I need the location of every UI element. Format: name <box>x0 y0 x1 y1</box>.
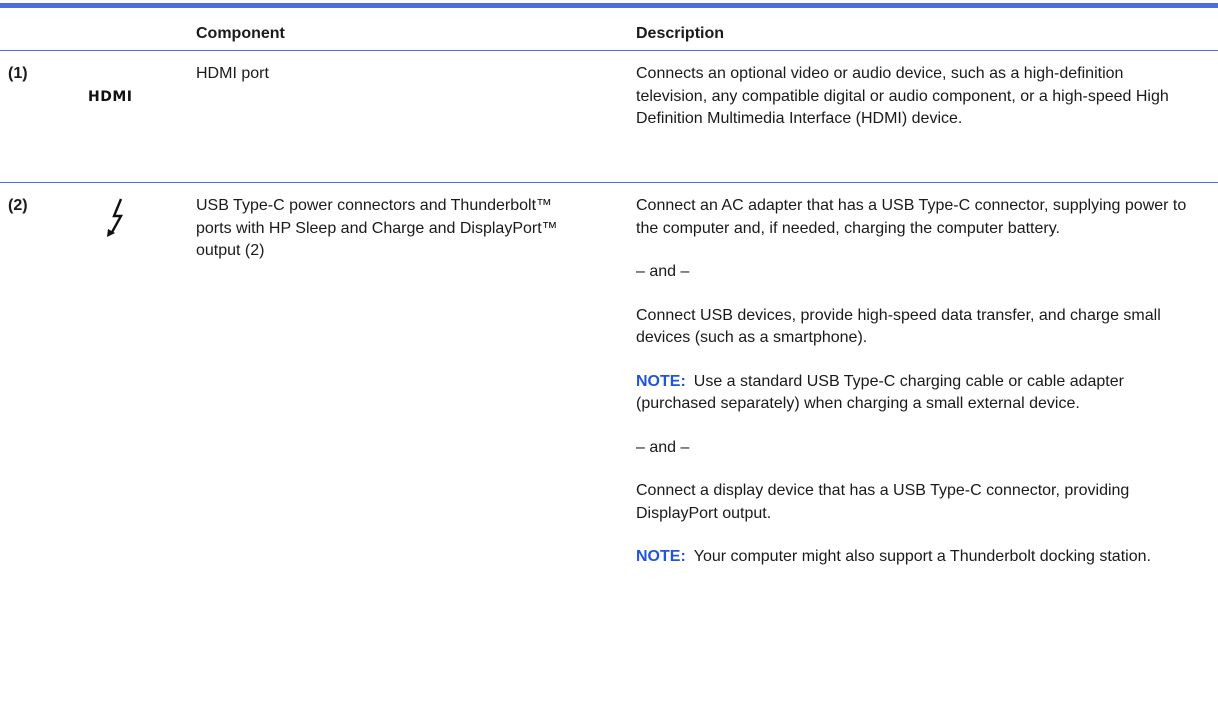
header-component: Component <box>196 25 285 42</box>
component-description: Connects an optional video or audio devi… <box>636 63 1196 152</box>
hdmi-logo-text: HDMI <box>88 89 133 105</box>
table-row: (2) USB Type-C power connectors and Thun… <box>0 183 1218 723</box>
row-number: (2) <box>8 197 28 214</box>
and-separator: – and – <box>636 263 690 280</box>
description-paragraph: Connect USB devices, provide high-speed … <box>636 306 1161 347</box>
header-description: Description <box>636 25 725 42</box>
description-paragraph: Connect an AC adapter that has a USB Typ… <box>636 197 1187 237</box>
note-label: NOTE: <box>636 372 686 390</box>
table-row: (1) HDMI HDMI port Connects an optional … <box>0 51 1218 183</box>
hdmi-icon: HDMI <box>88 86 132 109</box>
note-label: NOTE: <box>636 548 686 565</box>
note: NOTE: Use a standard USB Type-C charging … <box>636 371 1196 416</box>
note: NOTE: Your computer might also support a … <box>636 546 1196 569</box>
row-number: (1) <box>8 65 28 82</box>
description-paragraph: Connect a display device that has a USB … <box>636 482 1130 522</box>
component-description: Connect an AC adapter that has a USB Typ… <box>636 195 1196 590</box>
table-header-row: Component Description <box>0 8 1218 51</box>
description-paragraph: Connects an optional video or audio devi… <box>636 65 1169 127</box>
note-text: Use a standard USB Type-C charging cable… <box>636 372 1124 413</box>
note-text: Your computer might also support a Thund… <box>693 548 1151 565</box>
component-name: USB Type-C power connectors and Thunderb… <box>196 197 558 259</box>
and-separator: – and – <box>636 438 690 456</box>
thunderbolt-icon <box>104 197 134 247</box>
component-table: Component Description (1) HDMI HDMI port… <box>0 3 1218 723</box>
component-name: HDMI port <box>196 65 269 82</box>
